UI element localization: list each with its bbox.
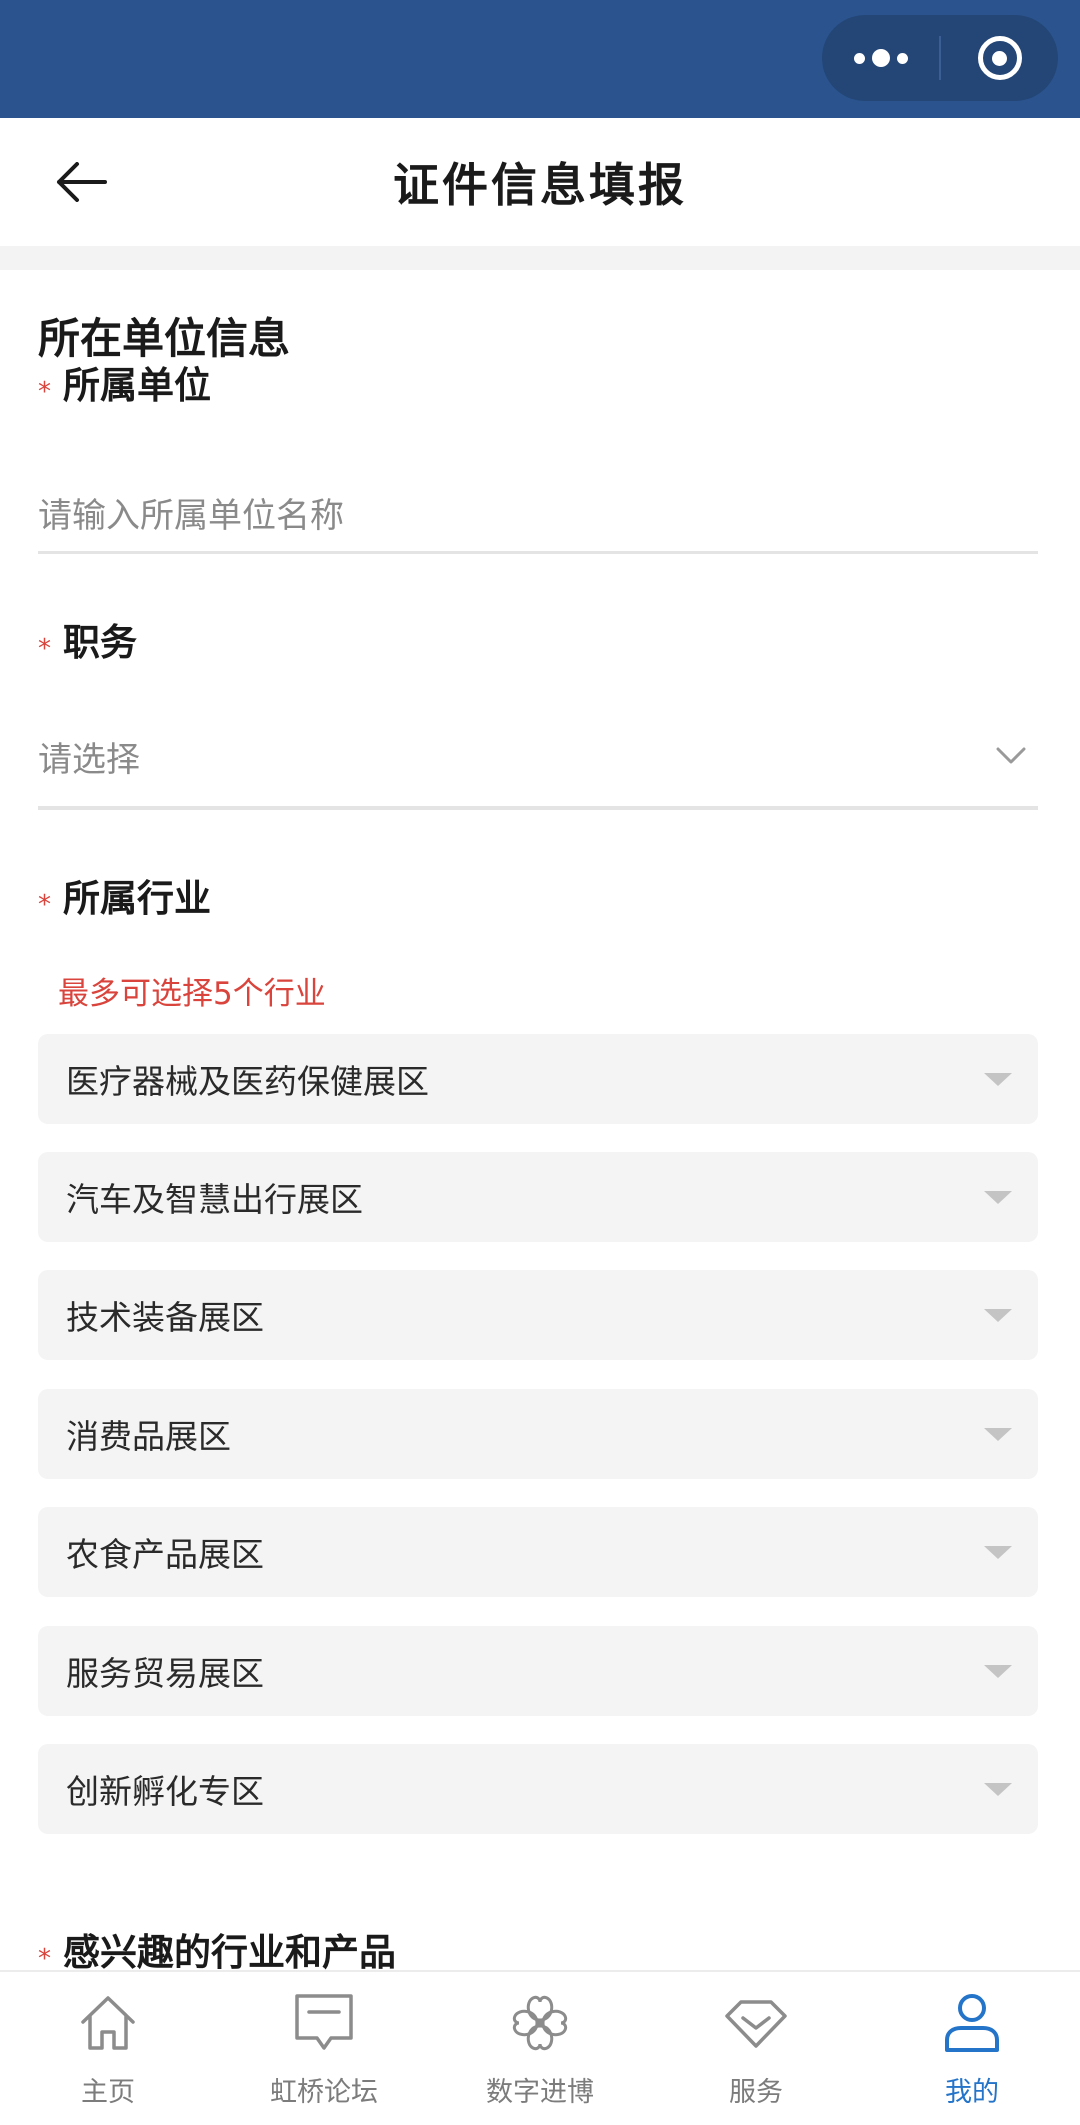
more-button[interactable] [822, 15, 939, 101]
status-bar [0, 0, 1080, 118]
nav-header: 证件信息填报 [0, 118, 1080, 246]
caret-down-icon [984, 1782, 1012, 1796]
tab-label: 我的 [945, 2077, 999, 2108]
caret-down-icon [984, 1072, 1012, 1086]
industry-option-label: 汽车及智慧出行展区 [66, 1180, 363, 1219]
tab-digital-expo[interactable]: 数字进博 [432, 1972, 648, 2125]
industry-option[interactable]: 技术装备展区 [38, 1270, 1038, 1360]
required-mark: * [38, 377, 51, 407]
tab-label: 数字进博 [486, 2077, 594, 2108]
back-button[interactable] [46, 154, 116, 210]
position-select[interactable]: 请选择 [38, 716, 1038, 796]
company-underline [38, 551, 1038, 554]
more-dots-icon [853, 49, 908, 67]
company-label-text: 所属单位 [63, 364, 211, 407]
industry-option-label: 农食产品展区 [66, 1535, 264, 1574]
caret-down-icon [984, 1427, 1012, 1441]
tab-services[interactable]: 服务 [648, 1972, 864, 2125]
industry-label: * 所属行业 [38, 868, 211, 922]
chevron-down-icon [996, 747, 1026, 764]
industry-option-label: 服务贸易展区 [66, 1654, 264, 1693]
required-mark: * [38, 634, 51, 664]
industry-option[interactable]: 医疗器械及医药保健展区 [38, 1034, 1038, 1124]
company-input[interactable] [38, 480, 1038, 552]
position-label: * 职务 [38, 612, 137, 666]
close-miniprogram-button[interactable] [941, 15, 1058, 101]
capsule-menu [822, 15, 1058, 101]
industry-option-label: 医疗器械及医药保健展区 [66, 1062, 429, 1101]
tab-mine[interactable]: 我的 [864, 1972, 1080, 2125]
tab-home[interactable]: 主页 [0, 1972, 216, 2125]
user-icon [945, 1994, 999, 2052]
industry-option[interactable]: 消费品展区 [38, 1389, 1038, 1479]
home-icon [81, 1996, 135, 2050]
caret-down-icon [984, 1190, 1012, 1204]
section-gap [0, 246, 1080, 270]
tab-label: 主页 [81, 2077, 135, 2108]
target-icon [977, 36, 1022, 80]
industry-hint: 最多可选择5个行业 [58, 976, 326, 1012]
page-title: 证件信息填报 [393, 158, 687, 212]
industry-label-text: 所属行业 [63, 877, 211, 920]
clover-icon [512, 1995, 568, 2051]
caret-down-icon [984, 1664, 1012, 1678]
tab-label: 虹桥论坛 [270, 2077, 378, 2108]
interest-label-text: 感兴趣的行业和产品 [63, 1931, 396, 1974]
required-mark: * [38, 890, 51, 920]
industry-option-label: 创新孵化专区 [66, 1772, 264, 1811]
position-placeholder: 请选择 [38, 739, 140, 780]
forum-icon [295, 1994, 353, 2050]
position-underline [38, 806, 1038, 810]
industry-option-label: 消费品展区 [66, 1417, 231, 1456]
industry-option[interactable]: 服务贸易展区 [38, 1626, 1038, 1716]
caret-down-icon [984, 1308, 1012, 1322]
industry-option[interactable]: 创新孵化专区 [38, 1744, 1038, 1834]
tab-forum[interactable]: 虹桥论坛 [216, 1972, 432, 2125]
interest-label: * 感兴趣的行业和产品 [38, 1922, 396, 1976]
tab-label: 服务 [729, 2077, 783, 2108]
company-label: * 所属单位 [38, 355, 211, 409]
back-arrow-icon [57, 162, 107, 202]
diamond-icon [725, 2000, 787, 2048]
industry-option[interactable]: 汽车及智慧出行展区 [38, 1152, 1038, 1242]
industry-option-label: 技术装备展区 [66, 1298, 264, 1337]
caret-down-icon [984, 1545, 1012, 1559]
industry-option[interactable]: 农食产品展区 [38, 1507, 1038, 1597]
position-label-text: 职务 [63, 621, 137, 664]
bottom-tab-bar: 主页 虹桥论坛 数字进博 服务 我的 [0, 1970, 1080, 2125]
